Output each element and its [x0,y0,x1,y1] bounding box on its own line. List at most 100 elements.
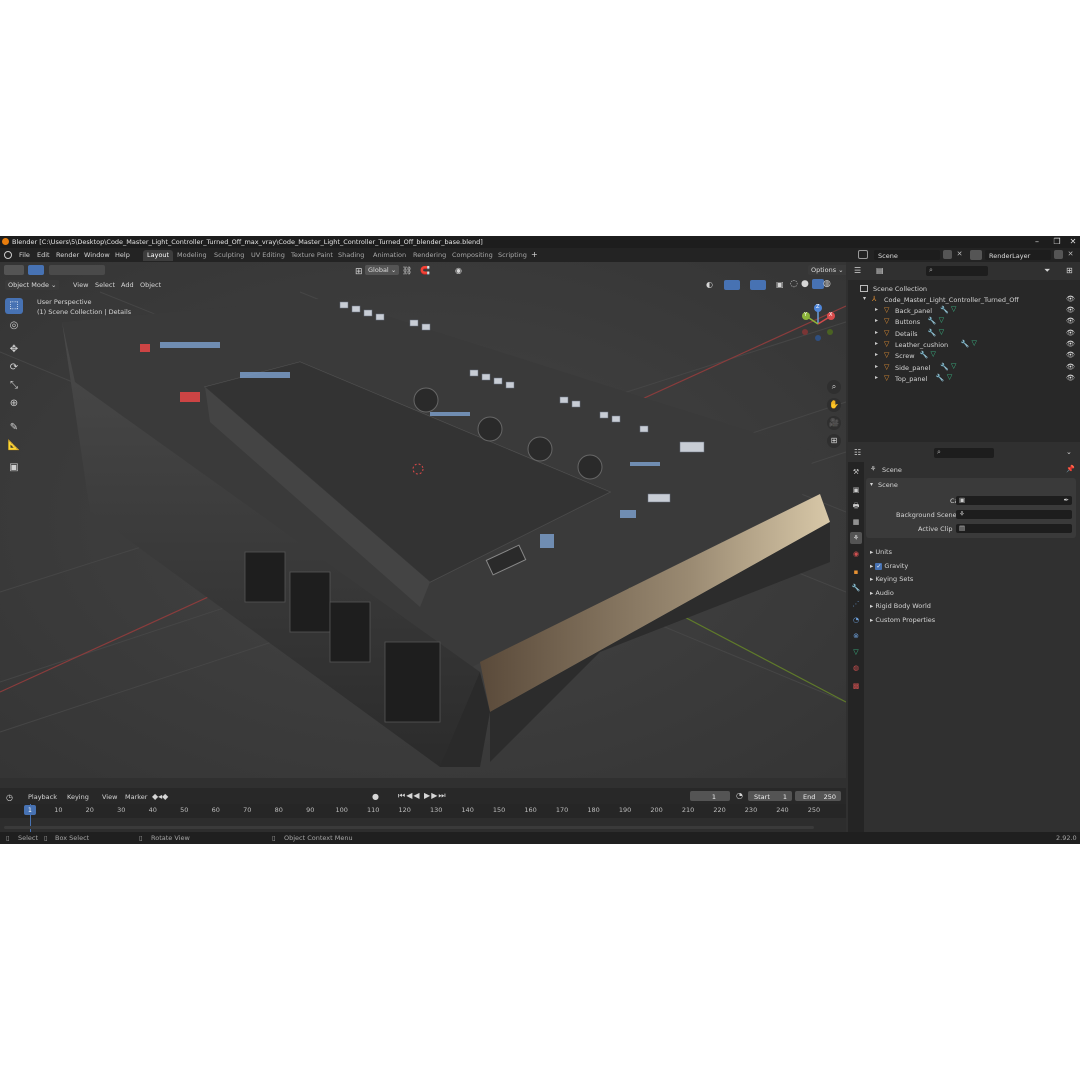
tab-object-data-icon[interactable]: ▽ [850,646,862,658]
expand-arrow-icon[interactable]: ▸ [875,363,878,370]
mesh-data-icon[interactable]: ▽ [951,362,956,370]
end-frame-field[interactable]: End 250 [795,791,841,801]
eyedropper-icon[interactable]: ✒ [1064,496,1069,504]
timeline-editor[interactable]: ◷ Playback Keying View Marker ◆◂◆ ● ⏮◀◀ … [0,788,846,832]
scene-icon[interactable] [858,250,868,259]
properties-options-icon[interactable]: ⌄ [1066,448,1072,456]
mesh-data-icon[interactable]: ▽ [951,305,956,313]
mesh-data-icon[interactable]: ▽ [939,316,944,324]
mesh-data-icon[interactable]: ▽ [931,350,936,358]
tab-particles-icon[interactable]: ⋰ [850,598,862,610]
mesh-data-icon[interactable]: ▽ [939,328,944,336]
menu-window[interactable]: Window [84,251,110,259]
minimize-button[interactable]: – [1026,236,1048,248]
expand-arrow-icon[interactable]: ▸ [875,374,878,381]
shading-wireframe-icon[interactable]: ◌ [790,279,798,289]
tab-material-icon[interactable]: ◍ [850,662,862,674]
outliner-row-object[interactable]: ▸ ▽ Side_panel 🔧 ▽ 👁 [848,362,1080,373]
modifier-wrench-icon[interactable]: 🔧 [940,363,949,371]
visibility-eye-icon[interactable]: 👁 [1066,306,1075,314]
camera-field[interactable]: ▣ ✒ [956,496,1072,505]
camera-view-icon[interactable]: 🎥 [827,416,841,430]
timeline-menu-playback[interactable]: Playback [28,793,57,801]
current-frame-field[interactable]: 1 [690,791,730,801]
overlay-toggle-icon[interactable] [750,280,766,290]
outliner-row-object[interactable]: ▸ ▽ Details 🔧 ▽ 👁 [848,328,1080,339]
add-cube-tool[interactable]: ▣ [5,460,23,476]
visibility-eye-icon[interactable]: 👁 [1066,329,1075,337]
modifier-wrench-icon[interactable]: 🔧 [936,374,945,382]
outliner-row-object[interactable]: ▸ ▽ Top_panel 🔧 ▽ 👁 [848,373,1080,384]
timeline-menu-view[interactable]: View [102,793,117,801]
expand-arrow-icon[interactable]: ▸ [875,317,878,324]
xray-toggle-icon[interactable]: ▣ [776,280,784,289]
new-scene-icon[interactable] [943,250,952,259]
expand-arrow-icon[interactable]: ▸ [875,329,878,336]
visibility-eye-icon[interactable]: 👁 [1066,295,1075,303]
add-workspace-button[interactable]: + [531,250,538,259]
tab-modifiers-icon[interactable]: 🔧 [850,582,862,594]
playback-controls-icon[interactable]: ⏮◀◀ ▶▶⏭ [398,791,447,801]
visibility-eye-icon[interactable]: 👁 [1066,317,1075,325]
selection-mode-buttons[interactable] [49,265,105,275]
outliner-row-object[interactable]: ▸ ▽ Screw 🔧 ▽ 👁 [848,350,1080,361]
visibility-icon[interactable]: ◐ [706,280,713,289]
tab-world-icon[interactable]: ◉ [850,548,862,560]
mesh-data-icon[interactable]: ▽ [972,339,977,347]
snap-magnet-icon[interactable]: 🧲 [420,266,430,275]
tab-animation[interactable]: Animation [369,250,410,261]
background-scene-field[interactable]: ⚘ [956,510,1072,519]
modifier-wrench-icon[interactable]: 🔧 [920,351,929,359]
tab-texture-paint[interactable]: Texture Paint [287,250,337,261]
tab-render-icon[interactable]: ▣ [850,484,862,496]
tab-shading[interactable]: Shading [334,250,368,261]
timeline-menu-keying[interactable]: Keying [67,793,89,801]
object-mode-dropdown[interactable]: Object Mode ⌄ [5,280,60,290]
display-mode-icon[interactable]: ▤ [876,266,884,275]
close-window-button[interactable]: ✕ [1062,236,1080,248]
properties-editor-type-icon[interactable]: ☷ [854,448,861,457]
tab-compositing[interactable]: Compositing [448,250,497,261]
properties-search-field[interactable]: ⌕ [934,448,994,458]
delete-view-layer-icon[interactable]: ✕ [1066,250,1075,259]
active-clip-field[interactable]: ▤ [956,524,1072,533]
keyframe-icons[interactable]: ◆◂◆ [152,792,168,801]
modifier-wrench-icon[interactable]: 🔧 [928,329,937,337]
tab-physics-icon[interactable]: ◔ [850,614,862,626]
proportional-edit-icon[interactable]: ◉ [455,266,462,275]
viewport-menu-view[interactable]: View [73,281,88,289]
tab-layout[interactable]: Layout [143,250,174,261]
menu-file[interactable]: File [19,251,30,259]
pan-hand-icon[interactable]: ✋ [827,398,841,412]
shading-solid-icon[interactable]: ● [801,279,809,289]
menu-help[interactable]: Help [115,251,130,259]
annotate-tool[interactable]: ✎ [5,420,23,436]
rotate-tool[interactable]: ⟳ [5,360,23,376]
select-box-tool[interactable]: ⬚ [5,298,23,314]
section-custom-properties[interactable]: ▸ Custom Properties [870,616,935,624]
scene-selector[interactable]: Scene [874,250,940,260]
outliner-search-field[interactable]: ⌕ [926,266,988,276]
gravity-checkbox[interactable]: ✓ [875,562,883,570]
scale-tool[interactable]: ⤡ [5,378,23,394]
collapse-arrow-icon[interactable]: ▾ [863,295,866,302]
outliner-editor-type-icon[interactable]: ☰ [854,266,861,275]
transform-orientation-dropdown[interactable]: Global ⌄ [365,265,400,275]
3d-viewport[interactable]: ⊞ Global ⌄ ⛓ 🧲 ◉ Options ⌄ Object Mode ⌄… [0,262,846,778]
transform-tool[interactable]: ⊕ [5,396,23,412]
tab-object-icon[interactable]: ▪ [850,566,862,578]
gizmo-toggle-icon[interactable] [724,280,740,290]
tab-output-icon[interactable]: 🖶 [850,500,862,512]
outliner-row-object[interactable]: ▸ ▽ Buttons 🔧 ▽ 👁 [848,316,1080,327]
outliner-row-scene-collection[interactable]: Scene Collection [848,283,1080,294]
tab-constraints-icon[interactable]: ⊗ [850,630,862,642]
menu-render[interactable]: Render [56,251,79,259]
select-mode-icon[interactable] [28,265,44,275]
visibility-eye-icon[interactable]: 👁 [1066,351,1075,359]
stopwatch-icon[interactable]: ◔ [736,791,743,800]
modifier-wrench-icon[interactable]: 🔧 [940,306,949,314]
frame-ruler[interactable]: 10 20 30 40 50 60 70 80 90 100 110 120 130 140 150 160 1… [0,804,846,818]
section-gravity[interactable]: ▸ ✓ Gravity [870,562,908,570]
navigation-gizmo[interactable]: Z X Y [800,302,840,342]
pin-icon[interactable]: 📌 [1066,465,1075,473]
